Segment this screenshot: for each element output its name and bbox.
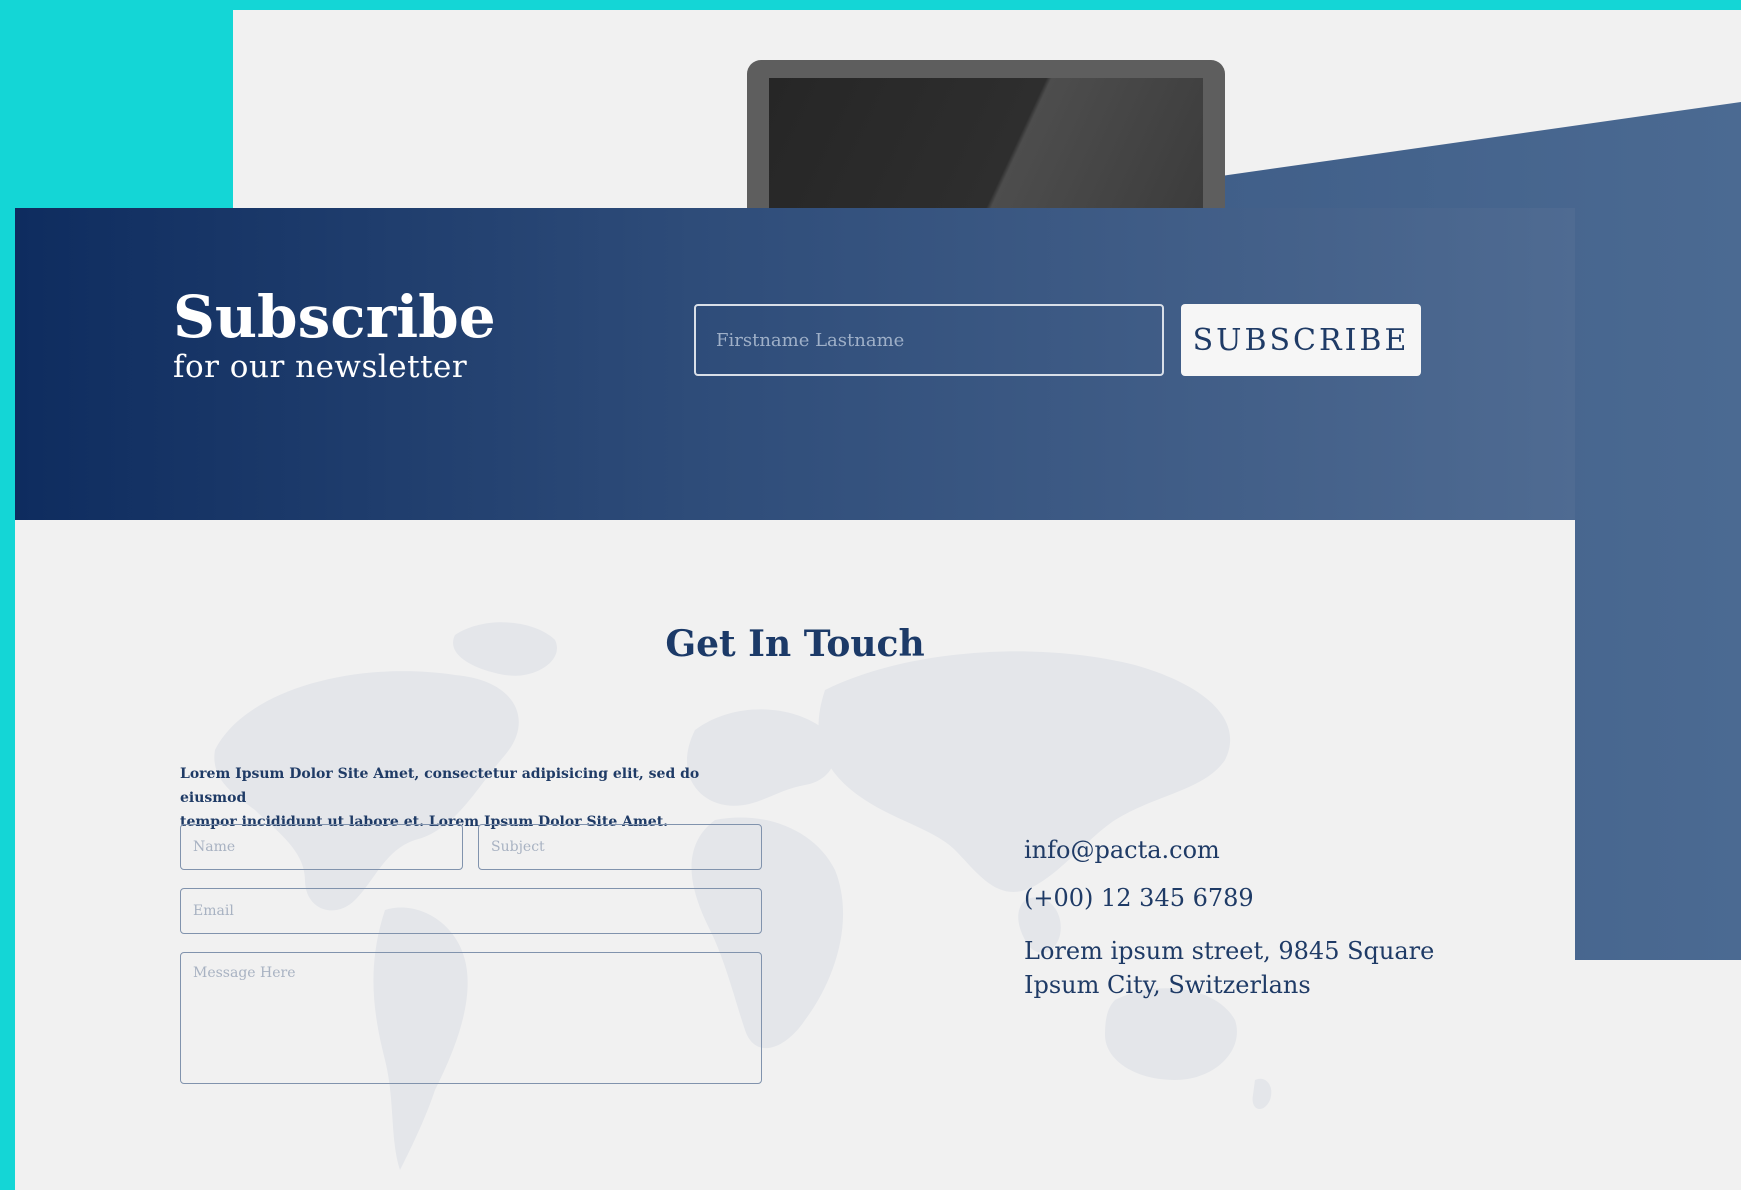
- message-field[interactable]: [180, 952, 762, 1084]
- landing-page: Subscribe for our newsletter SUBSCRIBE G…: [15, 208, 1575, 1190]
- laptop-image: [747, 60, 1225, 230]
- contact-phone: (+00) 12 345 6789: [1024, 884, 1254, 912]
- subscribe-title: Subscribe: [173, 283, 496, 351]
- address-line: Lorem ipsum street, 9845 Square: [1024, 937, 1435, 965]
- contact-title: Get In Touch: [665, 623, 925, 665]
- contact-email-link[interactable]: info@pacta.com: [1024, 833, 1220, 867]
- contact-description-line: Lorem Ipsum Dolor Site Amet, consectetur…: [180, 766, 700, 806]
- subscribe-banner: Subscribe for our newsletter SUBSCRIBE: [15, 208, 1575, 520]
- contact-address: Lorem ipsum street, 9845 Square Ipsum Ci…: [1024, 934, 1434, 1002]
- name-field[interactable]: [180, 824, 463, 870]
- subscribe-subtitle: for our newsletter: [173, 349, 468, 385]
- subscribe-button[interactable]: SUBSCRIBE: [1181, 304, 1421, 376]
- email-field[interactable]: [180, 888, 762, 934]
- subscriber-name-input[interactable]: [694, 304, 1164, 376]
- subject-field[interactable]: [478, 824, 762, 870]
- address-line: Ipsum City, Switzerlans: [1024, 971, 1311, 999]
